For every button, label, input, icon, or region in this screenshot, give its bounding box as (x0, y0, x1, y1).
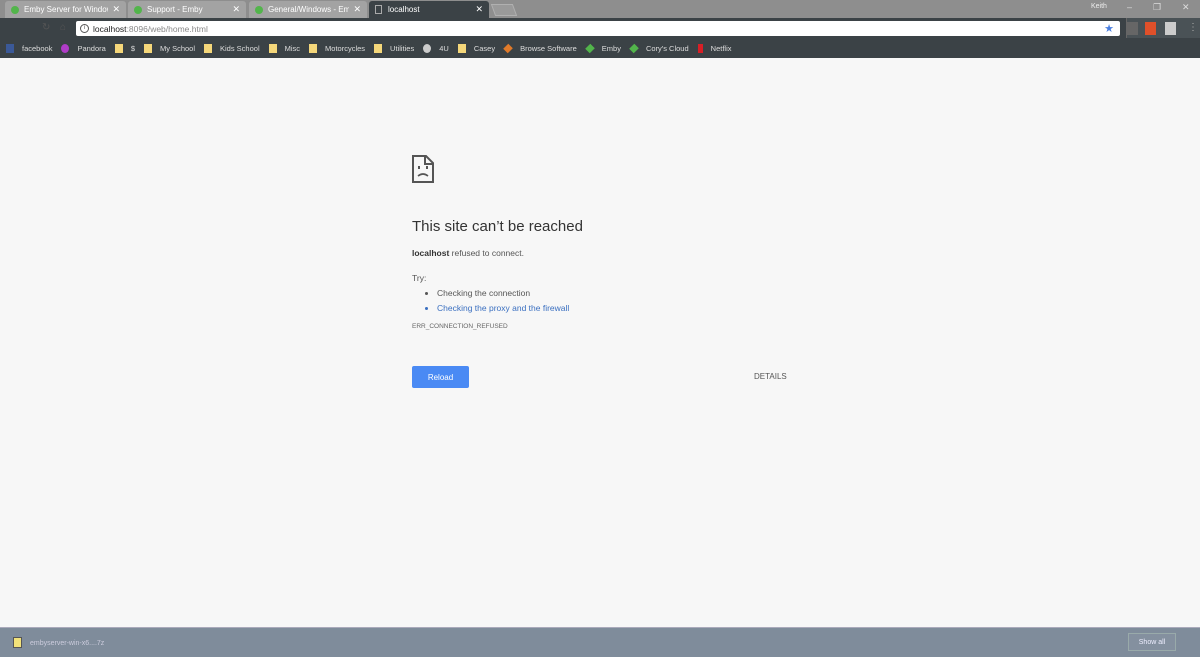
bookmark-netflix[interactable]: Netflix (697, 43, 732, 53)
tab-strip: Emby Server for Windows ✕ Support - Emby ✕… (0, 0, 1200, 18)
reload-button[interactable]: Reload (412, 366, 469, 388)
sad-document-icon (412, 155, 434, 183)
tab-general-windows[interactable]: General/Windows - Emby✕ (249, 1, 367, 18)
new-tab-button[interactable] (490, 4, 518, 16)
close-window-icon[interactable]: ✕ (1182, 2, 1190, 13)
emby-icon (255, 5, 263, 14)
address-bar[interactable]: i localhost:8096/web/home.html ★ (76, 21, 1120, 36)
bookmark-corys-cloud[interactable]: Cory's Cloud (629, 43, 689, 53)
bookmark-folder[interactable]: Misc (268, 43, 300, 53)
close-tab-icon[interactable]: ✕ (353, 4, 361, 15)
folder-icon (204, 43, 212, 53)
folder-icon (114, 43, 123, 53)
info-icon[interactable]: i (80, 24, 89, 33)
folder-icon (268, 43, 277, 53)
4u-icon (423, 43, 432, 53)
bookmark-folder[interactable]: Motorcycles (309, 43, 365, 53)
bookmark-folder[interactable]: Utilities (374, 43, 414, 53)
profile-name[interactable]: Keith (1091, 3, 1107, 10)
tab-support-emby[interactable]: Support - Emby ✕ (128, 1, 246, 18)
tab-emby-server[interactable]: Emby Server for Windows ✕ (5, 1, 126, 18)
bookmark-pandora[interactable]: Pandora (61, 43, 106, 53)
bookmark-emby[interactable]: Emby (584, 43, 621, 53)
document-icon (375, 5, 382, 14)
office-extension-icon[interactable] (1145, 22, 1156, 35)
emby-icon (629, 43, 639, 53)
download-shelf: embyserver-win-x6....7z Show all (0, 627, 1200, 657)
minimize-icon[interactable]: – (1127, 2, 1132, 12)
suggestions-list: Checking the connection Checking the pro… (412, 288, 792, 313)
close-tab-icon[interactable]: ✕ (232, 4, 240, 15)
bookmark-folder[interactable]: My School (143, 43, 195, 53)
bookmark-folder[interactable]: $ (114, 43, 135, 53)
bookmark-folder[interactable]: Casey (457, 43, 495, 53)
menu-icon[interactable]: ⋮ (1188, 22, 1198, 33)
bookmark-folder[interactable]: Kids School (204, 43, 260, 53)
bookmark-4u[interactable]: 4U (423, 43, 449, 53)
archive-file-icon (13, 637, 22, 648)
bookmarks-bar: facebook Pandora $ My School Kids School… (0, 38, 1200, 58)
error-page: This site can’t be reached localhost ref… (412, 155, 792, 330)
bookmark-facebook[interactable]: facebook (6, 43, 52, 53)
emby-icon (134, 5, 142, 14)
folder-icon (143, 43, 152, 53)
emby-icon (584, 43, 595, 53)
facebook-icon (6, 43, 14, 53)
close-tab-icon[interactable]: ✕ (112, 4, 120, 15)
folder-icon (374, 43, 383, 53)
tab-localhost[interactable]: localhost ✕ (369, 1, 489, 18)
emby-icon (11, 5, 19, 14)
maximize-icon[interactable]: ❐ (1153, 2, 1161, 13)
reload-icon[interactable]: ↻ (42, 22, 50, 33)
bookmark-star-icon[interactable]: ★ (1104, 22, 1114, 35)
proxy-firewall-link[interactable]: Checking the proxy and the firewall (437, 303, 792, 313)
error-code: ERR_CONNECTION_REFUSED (412, 323, 508, 330)
error-title: This site can’t be reached (412, 218, 583, 235)
folder-icon (309, 43, 318, 53)
error-message: localhost refused to connect. (412, 248, 524, 258)
details-button[interactable]: DETAILS (754, 372, 787, 381)
extension-icon[interactable] (1165, 22, 1176, 35)
netflix-icon (697, 43, 703, 53)
close-tab-icon[interactable]: ✕ (475, 4, 483, 15)
bookmark-browse-software[interactable]: Browse Software (503, 43, 577, 53)
diamond-icon (503, 43, 513, 53)
folder-icon (457, 43, 466, 53)
show-all-button[interactable]: Show all (1128, 633, 1176, 651)
pandora-icon (61, 43, 70, 53)
suggestion-item: Checking the connection (437, 288, 792, 298)
extension-icon[interactable] (1127, 22, 1138, 35)
home-icon[interactable]: ⌂ (60, 22, 66, 33)
try-label: Try: (412, 273, 427, 283)
download-item[interactable]: embyserver-win-x6....7z (30, 640, 104, 647)
